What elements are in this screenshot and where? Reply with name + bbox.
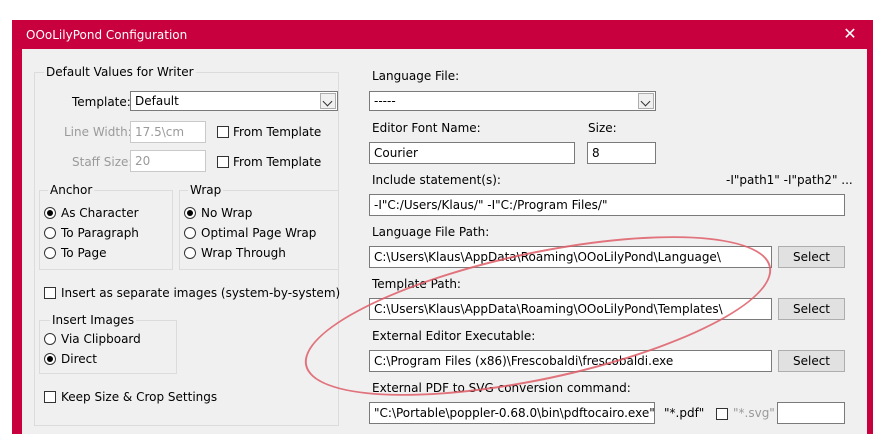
template-label: Template: (72, 95, 131, 109)
template-path-label: Template Path: (372, 277, 461, 291)
insert-separate-checkbox[interactable] (44, 287, 56, 299)
anchor-to-page-radio[interactable] (44, 247, 56, 259)
close-icon[interactable]: ✕ (840, 24, 860, 44)
pdf-svg-command-value: "C:\Portable\poppler-0.68.0\bin\pdftocai… (374, 406, 655, 420)
staff-size-field[interactable]: 20 (130, 150, 206, 172)
template-path-select-button[interactable]: Select (778, 298, 845, 320)
from-template-checkbox-2[interactable] (217, 156, 229, 168)
include-value: -I"C:/Users/Klaus/" -I"C:/Program Files/… (374, 198, 608, 212)
via-clipboard-label: Via Clipboard (61, 332, 141, 346)
anchor-as-character-radio[interactable] (44, 207, 56, 219)
pdf-svg-command-field[interactable]: "C:\Portable\poppler-0.68.0\bin\pdftocai… (369, 402, 655, 424)
language-path-value: C:\Users\Klaus\AppData\Roaming\OOoLilyPo… (374, 250, 721, 264)
anchor-to-paragraph-radio[interactable] (44, 227, 56, 239)
from-template-checkbox-1[interactable] (217, 126, 229, 138)
include-field[interactable]: -I"C:/Users/Klaus/" -I"C:/Program Files/… (369, 194, 845, 216)
template-combo-value: Default (135, 94, 179, 108)
language-file-combo[interactable]: ----- (369, 91, 656, 111)
template-path-value: C:\Users\Klaus\AppData\Roaming\OOoLilyPo… (374, 302, 723, 316)
editor-exe-label: External Editor Executable: (372, 329, 536, 343)
chevron-down-icon[interactable] (320, 93, 336, 109)
svg-ext-checkbox[interactable] (716, 408, 728, 420)
direct-label: Direct (61, 352, 97, 366)
template-path-field[interactable]: C:\Users\Klaus\AppData\Roaming\OOoLilyPo… (369, 298, 772, 320)
svg-ext-label: "*.svg" (733, 406, 775, 420)
wrap-through-radio[interactable] (184, 247, 196, 259)
size-field[interactable]: 8 (587, 142, 656, 164)
staff-size-label: Staff Size: (72, 155, 133, 169)
keep-size-label: Keep Size & Crop Settings (61, 390, 218, 404)
size-label: Size: (588, 121, 617, 135)
direct-radio[interactable] (44, 353, 56, 365)
insert-separate-label: Insert as separate images (system-by-sys… (61, 286, 341, 300)
anchor-to-paragraph-label: To Paragraph (61, 226, 139, 240)
line-width-label: Line Width: (64, 125, 132, 139)
wrap-group-title: Wrap (188, 183, 224, 197)
insert-images-groupbox (39, 320, 177, 374)
svg-ext-field[interactable] (777, 402, 845, 424)
wrap-no-wrap-label: No Wrap (201, 206, 253, 220)
via-clipboard-radio[interactable] (44, 333, 56, 345)
size-value: 8 (592, 146, 600, 160)
from-template-label-1: From Template (233, 125, 322, 139)
include-label: Include statement(s): (372, 173, 501, 187)
wrap-optimal-label: Optimal Page Wrap (201, 226, 317, 240)
editor-font-label: Editor Font Name: (372, 121, 481, 135)
editor-font-field[interactable]: Courier (369, 142, 575, 164)
line-width-value: 17.5\cm (135, 125, 185, 139)
line-width-field[interactable]: 17.5\cm (130, 121, 206, 143)
editor-exe-select-button[interactable]: Select (778, 350, 845, 372)
editor-exe-field[interactable]: C:\Program Files (x86)\Frescobaldi\fresc… (369, 350, 772, 372)
template-combo[interactable]: Default (130, 91, 338, 111)
pdf-ext-label: "*.pdf" (664, 406, 705, 420)
window-title: OOoLilyPond Configuration (26, 28, 188, 42)
anchor-group-title: Anchor (48, 183, 95, 197)
language-path-select-button[interactable]: Select (778, 246, 845, 268)
editor-exe-value: C:\Program Files (x86)\Frescobaldi\fresc… (374, 354, 674, 368)
staff-size-value: 20 (135, 154, 151, 168)
editor-font-value: Courier (374, 146, 418, 160)
language-path-field[interactable]: C:\Users\Klaus\AppData\Roaming\OOoLilyPo… (369, 246, 772, 268)
wrap-optimal-radio[interactable] (184, 227, 196, 239)
anchor-as-character-label: As Character (61, 206, 139, 220)
pdf-svg-label: External PDF to SVG conversion command: (372, 381, 631, 395)
from-template-label-2: From Template (233, 155, 322, 169)
anchor-to-page-label: To Page (61, 246, 107, 260)
insert-images-group-title: Insert Images (50, 313, 137, 327)
language-file-label: Language File: (372, 69, 460, 83)
chevron-down-icon[interactable] (638, 93, 654, 109)
keep-size-checkbox[interactable] (44, 391, 56, 403)
language-file-value: ----- (374, 94, 396, 108)
wrap-through-label: Wrap Through (201, 246, 286, 260)
wrap-no-wrap-radio[interactable] (184, 207, 196, 219)
language-path-label: Language File Path: (372, 225, 490, 239)
defaults-group-title: Default Values for Writer (44, 65, 196, 79)
include-hint: -I"path1" -I"path2" ... (726, 173, 853, 187)
